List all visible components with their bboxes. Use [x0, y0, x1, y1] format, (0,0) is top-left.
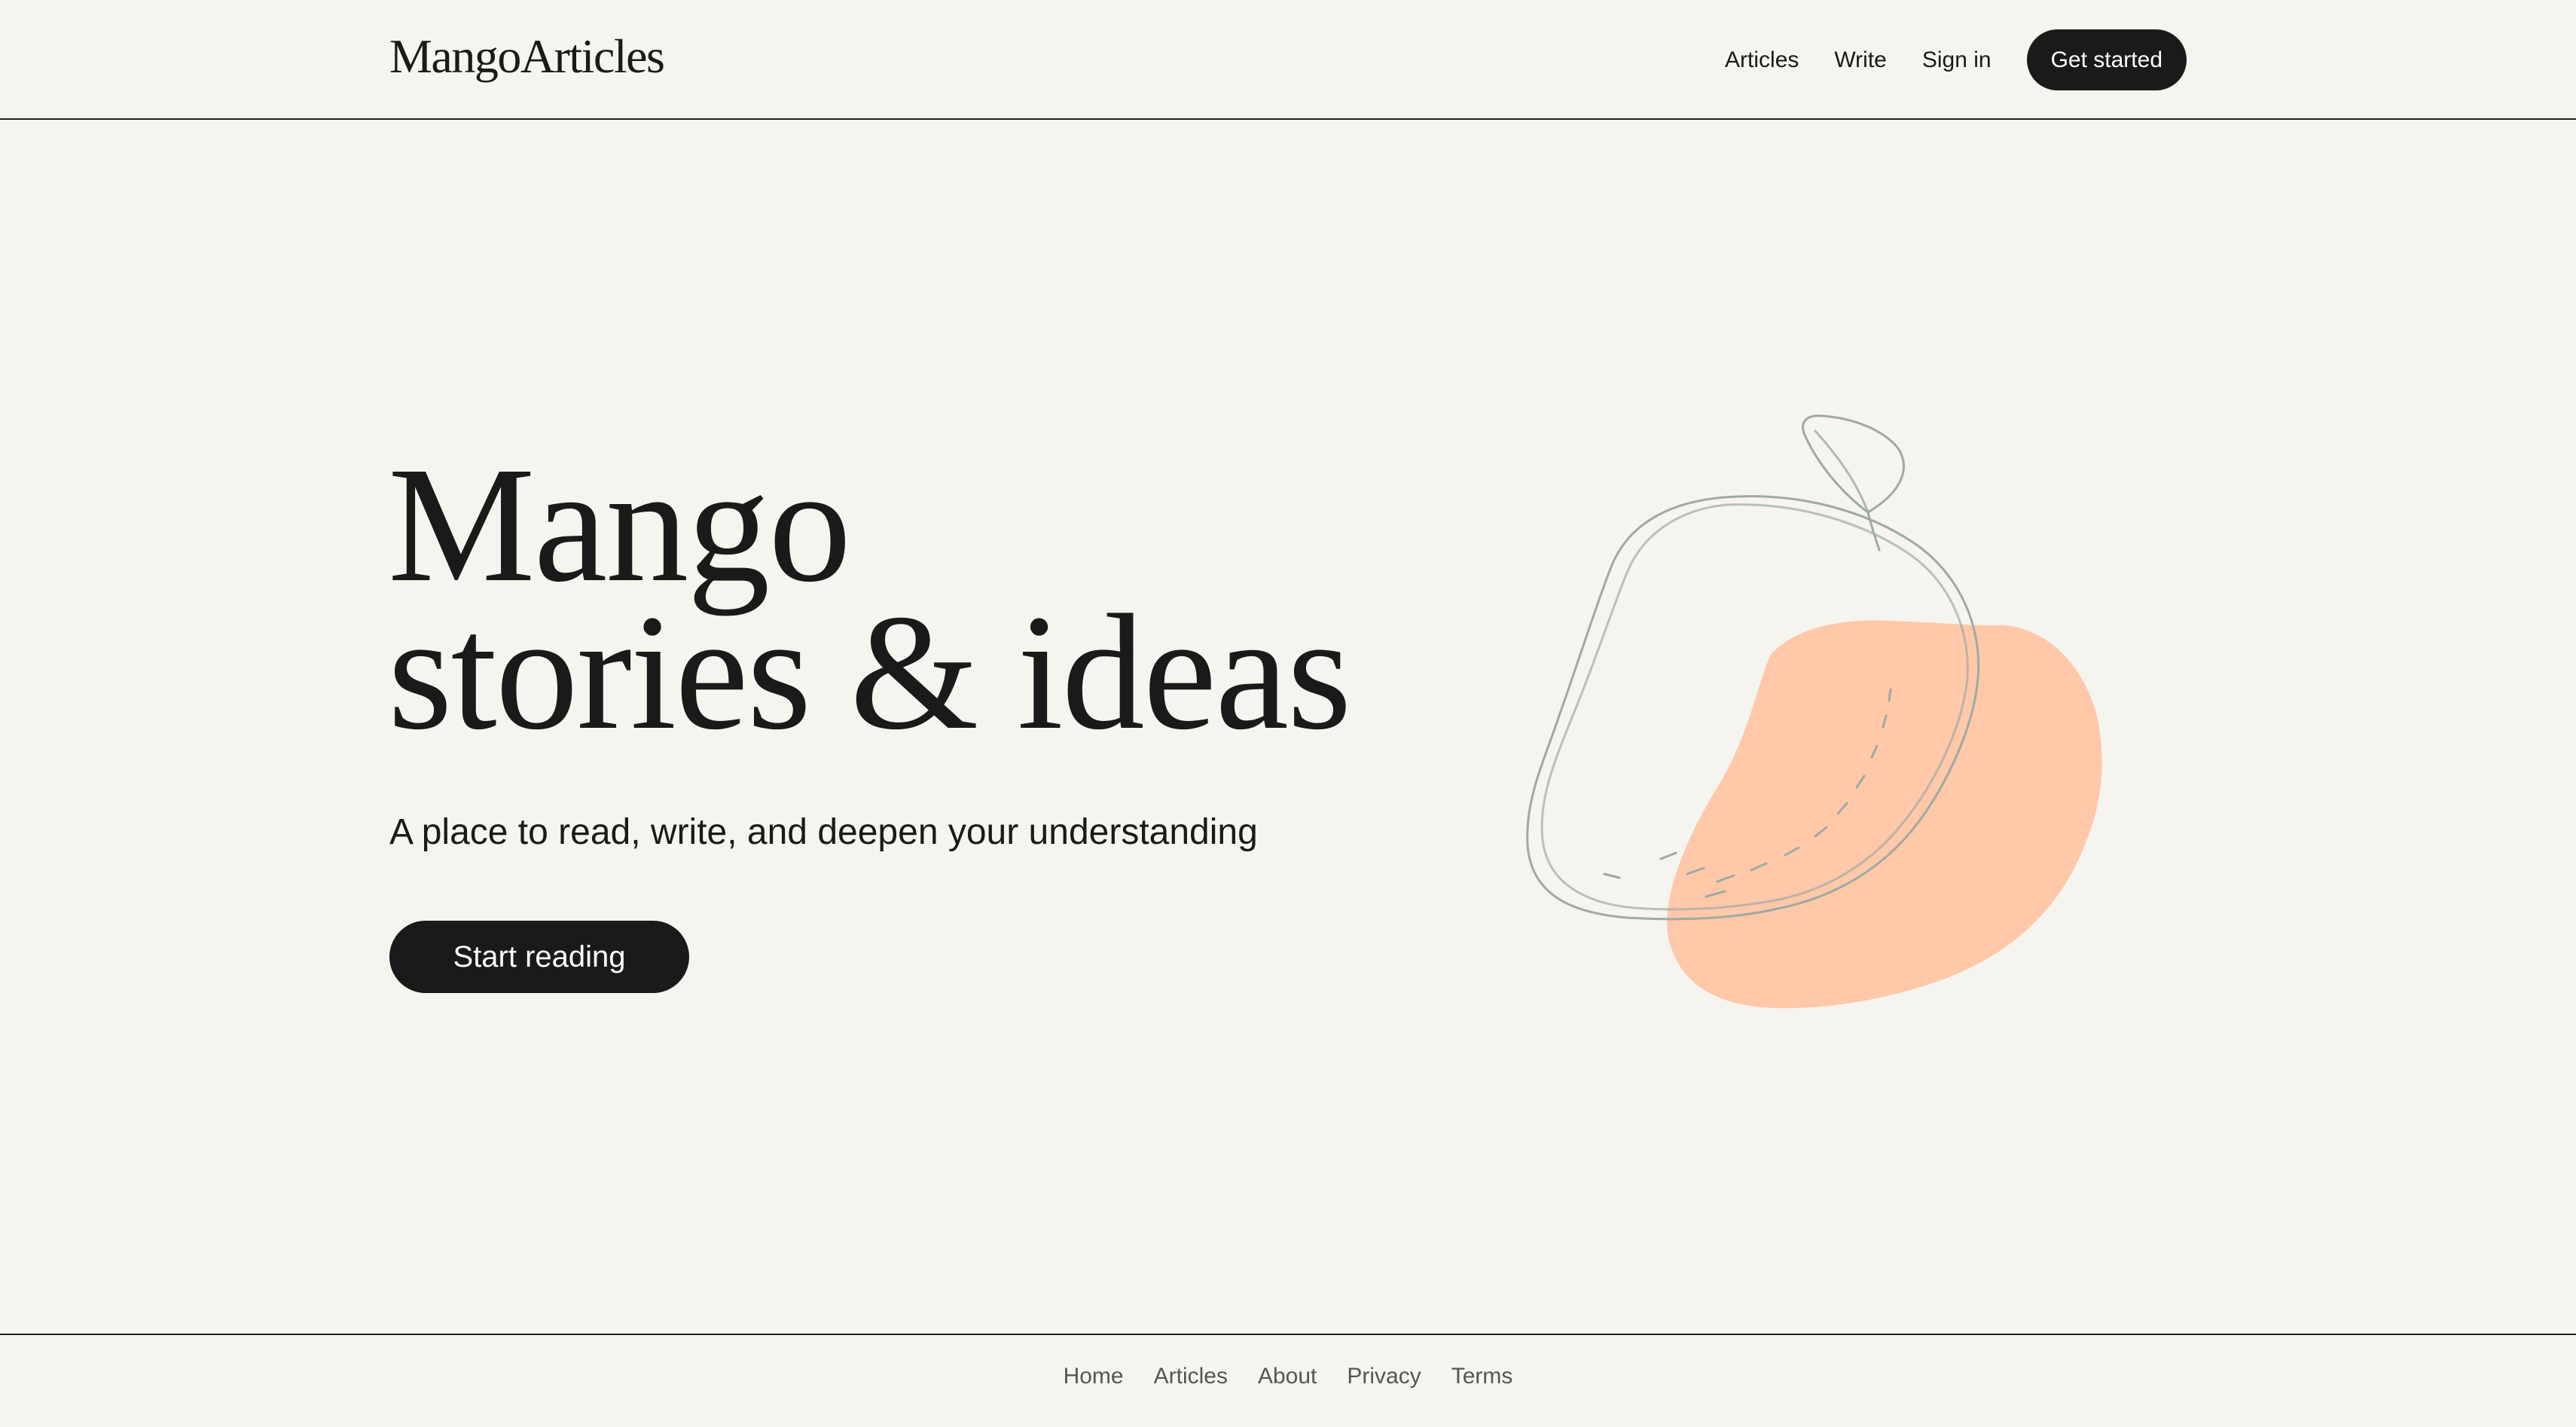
site-logo[interactable]: MangoArticles	[389, 32, 665, 81]
footer-link-privacy[interactable]: Privacy	[1347, 1364, 1421, 1389]
mango-illustration	[1526, 414, 2102, 1009]
mango-fill-shape	[1667, 620, 2102, 1009]
footer-link-home[interactable]: Home	[1064, 1364, 1124, 1389]
footer-link-about[interactable]: About	[1258, 1364, 1317, 1389]
hero-title-line-2: stories & ideas	[388, 580, 1352, 764]
nav-articles-link[interactable]: Articles	[1725, 47, 1799, 73]
hero-title: Mango stories & ideas	[388, 432, 1352, 764]
nav-sign-in-link[interactable]: Sign in	[1922, 47, 1992, 73]
hero-title-line-1: Mango	[388, 432, 851, 616]
hero-subtitle: A place to read, write, and deepen your …	[389, 812, 1258, 852]
site-header: MangoArticles Articles Write Sign in Get…	[0, 0, 2576, 120]
footer-link-terms[interactable]: Terms	[1451, 1364, 1513, 1389]
start-reading-button[interactable]: Start reading	[389, 921, 689, 993]
footer-nav: Home Articles About Privacy Terms	[0, 1364, 2576, 1389]
footer-link-articles[interactable]: Articles	[1154, 1364, 1228, 1389]
get-started-button[interactable]: Get started	[2026, 29, 2187, 90]
top-nav: Articles Write Sign in Get started	[1725, 29, 2187, 90]
nav-write-link[interactable]: Write	[1834, 47, 1886, 73]
site-footer: Home Articles About Privacy Terms	[0, 1334, 2576, 1427]
